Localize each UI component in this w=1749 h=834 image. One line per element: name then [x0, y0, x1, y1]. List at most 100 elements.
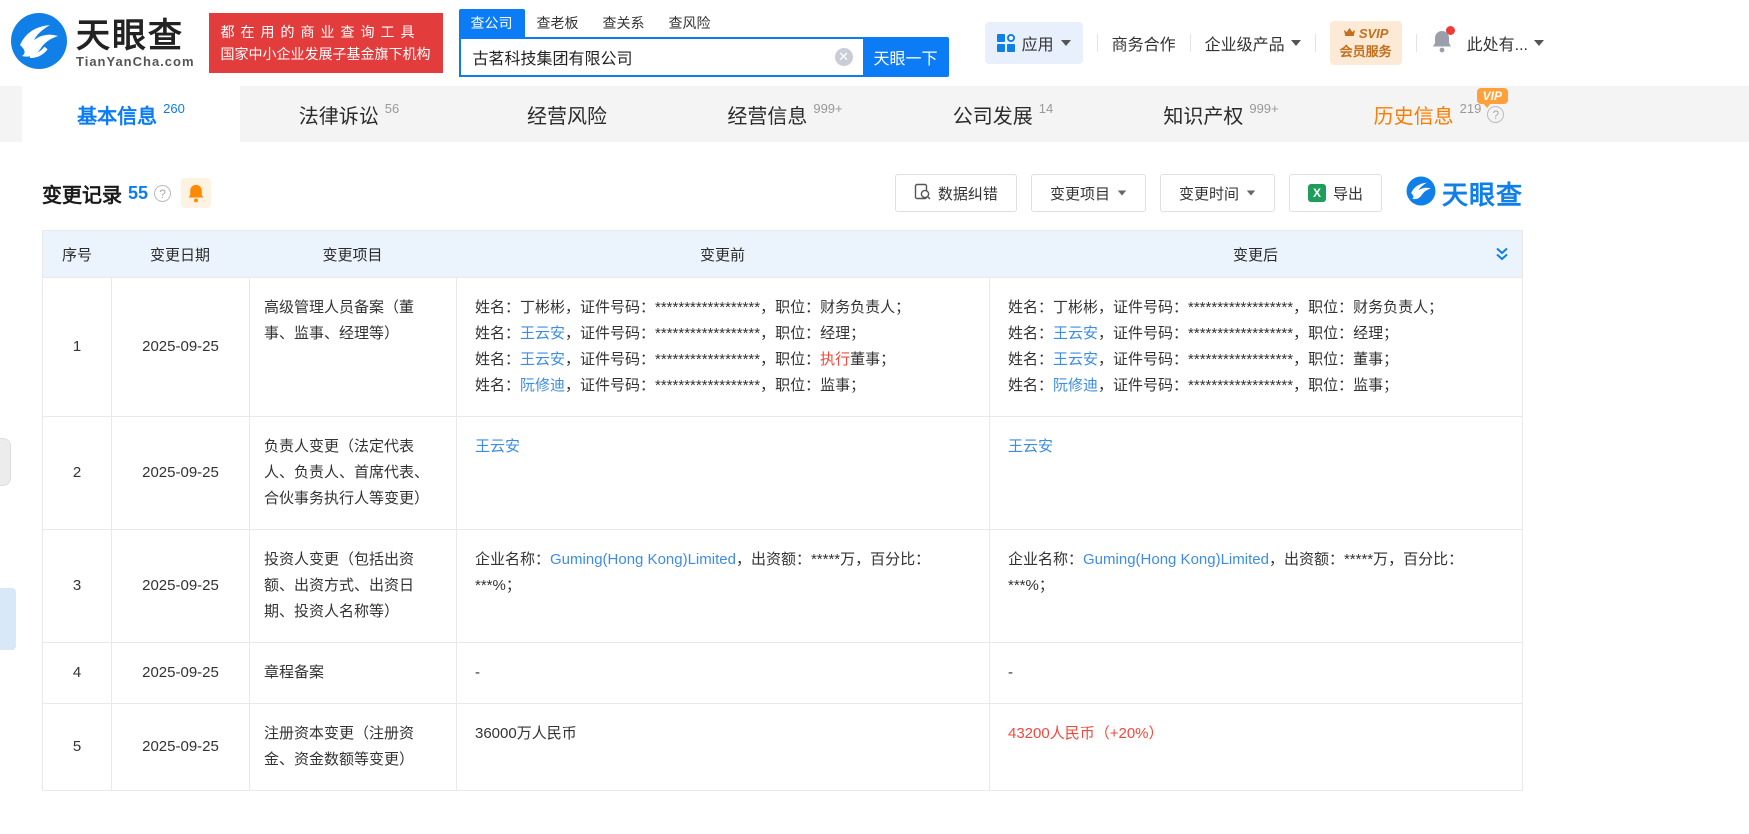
- divider: [1314, 34, 1316, 52]
- entity-link[interactable]: 阮修迪: [1053, 377, 1098, 394]
- search-row: ✕ 天眼一下: [458, 37, 949, 77]
- svip-membership-button[interactable]: SVIP 会员服务: [1329, 21, 1402, 65]
- chevron-down-icon: [1290, 40, 1301, 46]
- tab-history-info[interactable]: VIP 历史信息 219 ?: [1330, 86, 1548, 142]
- text-segment: 姓名：: [1008, 351, 1054, 368]
- entity-link[interactable]: Guming(Hong Kong)Limited: [1083, 551, 1269, 568]
- excel-icon: X: [1307, 184, 1326, 202]
- cell-seq: 3: [72, 577, 82, 594]
- cell-seq: 2: [72, 464, 82, 481]
- cell-line: 姓名：阮修迪，证件号码：******************，职位：监事；: [1008, 373, 1504, 399]
- entity-link[interactable]: Guming(Hong Kong)Limited: [550, 551, 736, 568]
- apps-menu[interactable]: 应用: [984, 22, 1083, 64]
- table-row: 4 2025-09-25 章程备案 - -: [43, 642, 1522, 703]
- tab-basic-info[interactable]: 基本信息 260: [22, 86, 240, 142]
- chevron-down-icon: [1117, 190, 1127, 196]
- header-date: 变更日期: [149, 246, 210, 264]
- nav-enterprise[interactable]: 企业级产品: [1205, 31, 1301, 55]
- change-time-filter[interactable]: 变更时间: [1159, 174, 1275, 212]
- divider: [1189, 34, 1191, 52]
- monitor-bell-button[interactable]: [181, 178, 212, 208]
- side-panel-handle[interactable]: [0, 438, 11, 486]
- collapse-all-icon[interactable]: [1494, 246, 1510, 267]
- header-project: 变更项目: [322, 246, 383, 264]
- text-segment: 姓名：丁彬彬，证件号码：******************，职位：财务负责人；: [475, 299, 911, 316]
- brand-domain: TianYanCha.com: [76, 53, 195, 69]
- slogan-line2: 国家中小企业发展子基金旗下机构: [220, 46, 431, 62]
- help-icon[interactable]: ?: [1487, 105, 1505, 123]
- side-widget[interactable]: [0, 588, 16, 650]
- cell-line: 王云安: [1008, 434, 1504, 460]
- account-menu[interactable]: 此处有...: [1467, 31, 1544, 55]
- search-input[interactable]: [458, 37, 863, 77]
- entity-link[interactable]: 王云安: [520, 325, 565, 342]
- chevron-down-icon: [1246, 190, 1256, 196]
- logo[interactable]: 天眼查 TianYanCha.com: [10, 12, 195, 75]
- cell-date: 2025-09-25: [111, 278, 249, 416]
- text-segment: ，证件号码：******************，职位：监事；: [565, 377, 866, 394]
- apps-label: 应用: [1021, 37, 1054, 54]
- vip-badge: VIP: [1476, 88, 1508, 108]
- change-project-filter[interactable]: 变更项目: [1030, 174, 1146, 212]
- search-tabs: 查公司 查老板 查关系 查风险: [458, 9, 949, 37]
- search-tab-risk[interactable]: 查风险: [657, 9, 723, 37]
- text-segment: 董事；: [850, 351, 896, 368]
- tab-label: 历史信息: [1373, 105, 1454, 128]
- tab-operating-risk[interactable]: 经营风险: [458, 86, 676, 142]
- section-title: 变更记录: [42, 184, 122, 207]
- cell-line: 43200人民币（+20%）: [1008, 721, 1504, 747]
- cell-before: 王云安: [456, 417, 989, 529]
- text-segment: ，证件号码：******************，职位：经理；: [1098, 325, 1399, 342]
- cell-line: -: [1008, 660, 1504, 686]
- search-tab-company[interactable]: 查公司: [458, 9, 525, 37]
- account-name: 此处有...: [1466, 37, 1528, 54]
- tab-company-development[interactable]: 公司发展 14: [894, 86, 1112, 142]
- tab-count: 56: [384, 100, 400, 116]
- text-segment: ，证件号码：******************，职位：经理；: [565, 325, 866, 342]
- table-row: 2 2025-09-25 负责人变更（法定代表人、负责人、首席代表、合伙事务执行人等…: [43, 416, 1522, 529]
- tab-intellectual-property[interactable]: 知识产权 999+: [1112, 86, 1330, 142]
- text-segment: 企业名称：: [1008, 551, 1084, 568]
- cell-before: 36000万人民币: [456, 704, 989, 790]
- search-tab-relation[interactable]: 查关系: [591, 9, 657, 37]
- text-segment: 姓名：丁彬彬，证件号码：******************，职位：财务负责人；: [1008, 299, 1444, 316]
- cell-line: 企业名称：Guming(Hong Kong)Limited，出资额：*****万…: [1008, 547, 1504, 599]
- tab-legal-proceedings[interactable]: 法律诉讼 56: [240, 86, 458, 142]
- entity-link[interactable]: 王云安: [520, 351, 565, 368]
- button-label: 变更项目: [1049, 185, 1110, 203]
- table-row: 1 2025-09-25 高级管理人员备案（董事、监事、经理等） 姓名：丁彬彬，证件号…: [43, 277, 1522, 416]
- export-button[interactable]: X 导出: [1288, 174, 1382, 212]
- text-segment: 姓名：: [475, 377, 521, 394]
- entity-link[interactable]: 王云安: [1053, 351, 1098, 368]
- cell-seq: 1: [72, 338, 82, 355]
- nav-cooperation[interactable]: 商务合作: [1112, 31, 1176, 55]
- logo-text: 天眼查 TianYanCha.com: [76, 18, 195, 69]
- cell-line: 姓名：丁彬彬，证件号码：******************，职位：财务负责人；: [475, 295, 971, 321]
- help-icon[interactable]: ?: [154, 184, 172, 202]
- text-segment: -: [1008, 664, 1013, 681]
- text-segment: ，证件号码：******************，职位：监事；: [1098, 377, 1399, 394]
- svip-sublabel: 会员服务: [1339, 44, 1392, 59]
- company-tabs: 基本信息 260 法律诉讼 56 经营风险 经营信息 999+ 公司发展 14 …: [0, 86, 1749, 142]
- data-correction-button[interactable]: 数据纠错: [894, 174, 1017, 212]
- entity-link[interactable]: 王云安: [1008, 438, 1053, 455]
- text-segment: 姓名：: [475, 325, 521, 342]
- entity-link[interactable]: 阮修迪: [520, 377, 565, 394]
- entity-link[interactable]: 王云安: [475, 438, 520, 455]
- cell-seq: 4: [72, 664, 82, 681]
- header-seq: 序号: [61, 246, 92, 264]
- search-clear-icon[interactable]: ✕: [834, 48, 853, 66]
- text-segment: 36000万人民币: [475, 725, 577, 742]
- entity-link[interactable]: 王云安: [1053, 325, 1098, 342]
- tab-operating-info[interactable]: 经营信息 999+: [676, 86, 894, 142]
- search-tab-boss[interactable]: 查老板: [525, 9, 591, 37]
- search-button[interactable]: 天眼一下: [862, 37, 949, 77]
- cell-project: 章程备案: [249, 643, 456, 703]
- watermark-logo: 天眼查: [1406, 175, 1523, 212]
- cell-line: 企业名称：Guming(Hong Kong)Limited，出资额：*****万…: [475, 547, 971, 599]
- cell-after: 企业名称：Guming(Hong Kong)Limited，出资额：*****万…: [989, 530, 1522, 642]
- cell-after: 王云安: [989, 417, 1522, 529]
- header-after: 变更后: [1232, 246, 1278, 264]
- notifications-bell-icon[interactable]: [1431, 25, 1455, 58]
- slogan-badge: 都在用的商业查询工具 国家中小企业发展子基金旗下机构: [208, 13, 443, 73]
